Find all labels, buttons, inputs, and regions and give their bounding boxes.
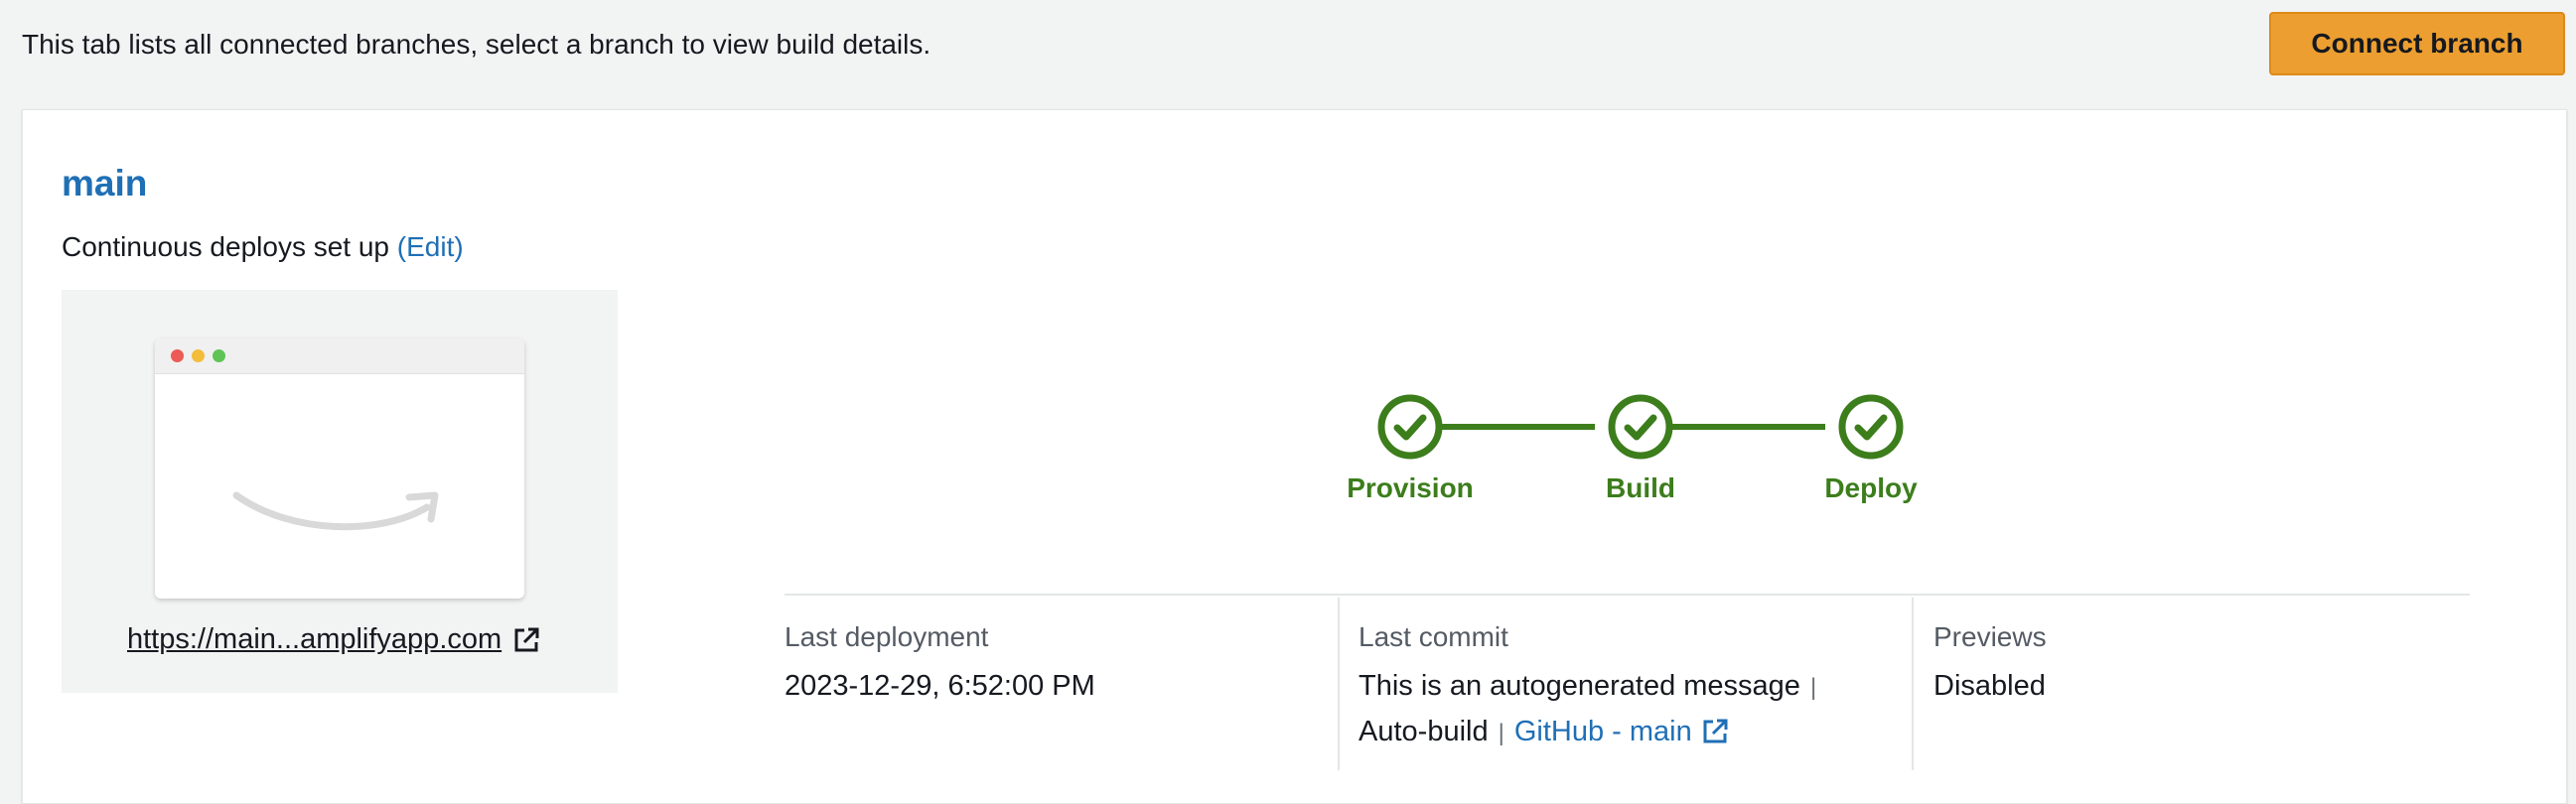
commit-trigger: Auto-build bbox=[1359, 716, 1489, 747]
minimize-dot-icon bbox=[192, 349, 205, 362]
deploy-status: Continuous deploys set up (Edit) bbox=[62, 231, 464, 263]
column-separator bbox=[1338, 598, 1340, 770]
tab-description: This tab lists all connected branches, s… bbox=[22, 29, 931, 60]
previews-label: Previews bbox=[1933, 621, 2047, 652]
close-dot-icon bbox=[171, 349, 184, 362]
external-link-icon bbox=[514, 627, 539, 651]
step-deploy: Deploy bbox=[1791, 393, 1950, 504]
previews-value: Disabled bbox=[1933, 670, 2046, 702]
maximize-dot-icon bbox=[213, 349, 225, 362]
browser-window-dots bbox=[155, 338, 524, 374]
step-provision: Provision bbox=[1331, 393, 1490, 504]
step-label: Provision bbox=[1347, 472, 1474, 503]
connect-branch-button[interactable]: Connect branch bbox=[2269, 12, 2565, 75]
github-link-text: GitHub - main bbox=[1513, 716, 1692, 747]
check-circle-icon bbox=[1608, 394, 1673, 460]
commit-message: This is an autogenerated message bbox=[1359, 670, 1800, 702]
last-deployment-label: Last deployment bbox=[785, 621, 989, 652]
check-circle-icon bbox=[1377, 394, 1443, 460]
last-commit-label: Last commit bbox=[1359, 621, 1508, 652]
edit-link[interactable]: (Edit) bbox=[397, 231, 464, 262]
external-link-icon bbox=[1703, 719, 1728, 743]
site-url-text: https://main...amplifyapp.com bbox=[127, 623, 502, 655]
branches-header: This tab lists all connected branches, s… bbox=[0, 0, 2576, 109]
github-branch-link[interactable]: GitHub - main bbox=[1514, 710, 1730, 753]
separator: | bbox=[1809, 674, 1817, 701]
check-circle-icon bbox=[1838, 394, 1904, 460]
step-build: Build bbox=[1561, 393, 1720, 504]
step-label: Deploy bbox=[1824, 472, 1918, 503]
deploy-status-text: Continuous deploys set up bbox=[62, 231, 389, 262]
info-divider bbox=[785, 594, 2470, 596]
thumbnail-body bbox=[155, 374, 524, 599]
site-url-link[interactable]: https://main...amplifyapp.com bbox=[127, 623, 541, 656]
amazon-smile-logo bbox=[232, 491, 439, 531]
branch-name-link[interactable]: main bbox=[62, 163, 147, 204]
step-label: Build bbox=[1606, 472, 1675, 503]
deployment-pipeline: Provision Build Deploy bbox=[1331, 393, 1927, 512]
last-deployment-value: 2023-12-29, 6:52:00 PM bbox=[785, 670, 1095, 702]
site-thumbnail[interactable] bbox=[155, 338, 524, 599]
separator: | bbox=[1498, 720, 1504, 746]
last-commit-value: This is an autogenerated message | Auto-b… bbox=[1359, 664, 1915, 755]
